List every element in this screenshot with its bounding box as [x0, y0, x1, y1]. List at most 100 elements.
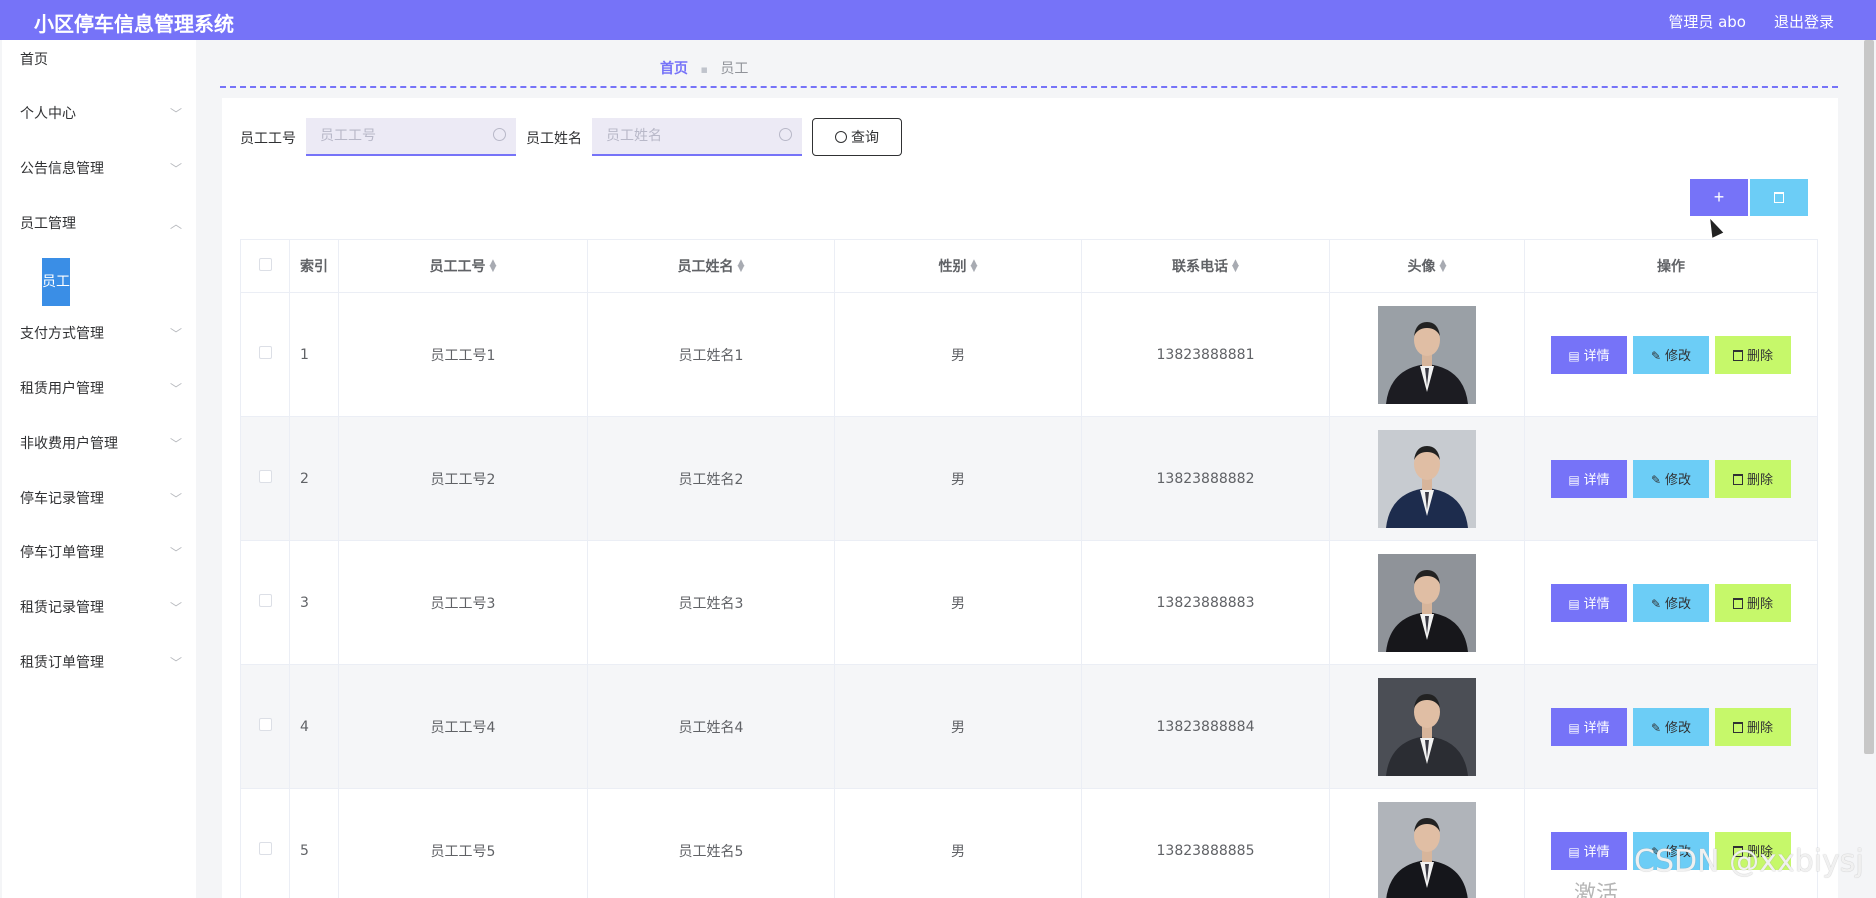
edit-button[interactable]: ✎ 修改 [1633, 583, 1709, 622]
avatar[interactable] [1378, 553, 1476, 652]
edit-button[interactable]: ✎ 修改 [1633, 707, 1709, 746]
gender-header[interactable]: 性别 ▲ ▼ [834, 239, 1082, 293]
avatar[interactable] [1378, 677, 1476, 776]
sidebar: 首页 个人中心 ﹀ 公告信息管理 ﹀ 员工管理 ︿ 支付方式管理 ﹀ 租赁用户管理 ﹀ 非收费用户管理… [2, 40, 196, 898]
avatar-cell [1329, 788, 1525, 898]
phone-cell: 13823888883 [1081, 540, 1330, 665]
sidebar-item[interactable]: 非收费用户管理 ﹀ [20, 432, 182, 456]
chevron-down-icon: ﹀ [169, 437, 182, 451]
table-row: 1 员工工号1 员工姓名1 男 13823888881 ▤ 详情 ✎ 修改 删除 [240, 292, 1818, 417]
avatar[interactable] [1378, 429, 1476, 528]
operations-header: 操作 [1524, 239, 1818, 293]
index-header: 索引 [289, 239, 339, 293]
edit-button[interactable]: ✎ 修改 [1633, 459, 1709, 498]
row-checkbox[interactable] [258, 346, 272, 359]
top-bar: 小区停车信息管理系统 管理员 abo 退出登录 [0, 0, 1876, 40]
detail-button[interactable]: ▤ 详情 [1551, 707, 1627, 746]
row-index: 1 [289, 292, 339, 417]
employee-id-header[interactable]: 员工工号 ▲ ▼ [338, 239, 588, 293]
delete-button[interactable]: 删除 [1715, 335, 1791, 374]
detail-button[interactable]: ▤ 详情 [1551, 831, 1627, 870]
delete-button[interactable]: 删除 [1715, 459, 1791, 498]
sidebar-item[interactable]: 停车记录管理 ﹀ [20, 487, 182, 511]
delete-button[interactable]: 删除 [1715, 707, 1791, 746]
sidebar-item[interactable]: 公告信息管理 ﹀ [20, 157, 182, 181]
sidebar-item[interactable]: 支付方式管理 ﹀ [20, 322, 182, 346]
activation-watermark: 激活 [1574, 882, 1619, 898]
detail-button[interactable]: ▤ 详情 [1551, 335, 1627, 374]
chevron-up-icon: ︿ [169, 217, 182, 231]
avatar[interactable] [1378, 305, 1476, 404]
pencil-icon: ✎ [1650, 349, 1662, 363]
employee-name-cell: 员工姓名2 [587, 416, 835, 541]
bulk-delete-button[interactable] [1750, 179, 1808, 216]
row-checkbox[interactable] [258, 842, 272, 855]
employee-id-input[interactable] [320, 118, 480, 154]
page-scrollbar[interactable] [1864, 40, 1874, 754]
sidebar-item[interactable]: 停车订单管理 ﹀ [20, 541, 182, 565]
sidebar-item-label: 个人中心 [20, 106, 76, 122]
search-icon [835, 131, 847, 143]
table-row: 2 员工工号2 员工姓名2 男 13823888882 ▤ 详情 ✎ 修改 删除 [240, 416, 1818, 541]
delete-button[interactable]: 删除 [1715, 583, 1791, 622]
avatar-header[interactable]: 头像 ▲ ▼ [1329, 239, 1525, 293]
sidebar-item[interactable]: 租赁用户管理 ﹀ [20, 377, 182, 401]
employee-name-cell: 员工姓名3 [587, 540, 835, 665]
logout-link[interactable]: 退出登录 [1774, 11, 1834, 32]
pencil-icon: ✎ [1650, 597, 1662, 611]
breadcrumb-divider [220, 86, 1838, 88]
pencil-icon: ✎ [1650, 721, 1662, 735]
sort-icon: ▲ ▼ [489, 258, 497, 274]
breadcrumb-home[interactable]: 首页 [660, 61, 688, 77]
chevron-down-icon: ﹀ [169, 162, 182, 176]
employee-id-cell: 员工工号3 [338, 540, 588, 665]
row-checkbox[interactable] [258, 718, 272, 731]
employee-name-input[interactable] [606, 118, 766, 154]
delete-button-label: 删除 [1746, 349, 1773, 364]
add-button[interactable]: + [1690, 179, 1748, 216]
select-all-checkbox[interactable] [258, 257, 272, 271]
sidebar-item-label: 员工管理 [20, 216, 76, 232]
row-index: 4 [289, 664, 339, 789]
detail-button-label: 详情 [1583, 721, 1610, 736]
avatar[interactable] [1378, 801, 1476, 898]
trash-icon [1732, 722, 1743, 733]
sidebar-item[interactable]: 个人中心 ﹀ [20, 102, 182, 126]
detail-button[interactable]: ▤ 详情 [1551, 459, 1627, 498]
delete-button-label: 删除 [1746, 721, 1773, 736]
phone-cell: 13823888884 [1081, 664, 1330, 789]
employee-id-cell: 员工工号1 [338, 292, 588, 417]
employee-name-label: 员工姓名 [526, 131, 582, 147]
avatar-cell [1329, 292, 1525, 417]
trash-icon [1732, 474, 1743, 485]
sidebar-item[interactable]: 租赁记录管理 ﹀ [20, 596, 182, 620]
employee-name-cell: 员工姓名1 [587, 292, 835, 417]
delete-button-label: 删除 [1746, 473, 1773, 488]
employee-name-header-label: 员工姓名 [677, 259, 734, 275]
detail-button-label: 详情 [1583, 597, 1610, 612]
operations-cell: ▤ 详情 ✎ 修改 删除 [1524, 540, 1818, 665]
employee-name-header[interactable]: 员工姓名 ▲ ▼ [587, 239, 835, 293]
row-checkbox[interactable] [258, 594, 272, 607]
sidebar-item[interactable]: 首页 [20, 48, 182, 72]
sidebar-item[interactable]: 员工管理 ︿ [20, 212, 182, 236]
gender-cell: 男 [834, 664, 1082, 789]
employee-id-label: 员工工号 [240, 131, 296, 147]
watermark: CSDN @xxbiysj [1634, 844, 1864, 879]
edit-button[interactable]: ✎ 修改 [1633, 335, 1709, 374]
sidebar-item[interactable]: 租赁订单管理 ﹀ [20, 651, 182, 675]
detail-button-label: 详情 [1583, 473, 1610, 488]
detail-button-label: 详情 [1583, 845, 1610, 860]
avatar-cell [1329, 664, 1525, 789]
sidebar-subitem-employee[interactable]: 员工 [42, 258, 70, 306]
row-index: 3 [289, 540, 339, 665]
phone-header[interactable]: 联系电话 ▲ ▼ [1081, 239, 1330, 293]
query-button[interactable]: 查询 [812, 118, 902, 156]
sort-icon: ▲ ▼ [737, 258, 745, 274]
chevron-down-icon: ﹀ [169, 601, 182, 615]
document-icon: ▤ [1568, 721, 1580, 735]
trash-icon [1732, 598, 1743, 609]
row-checkbox[interactable] [258, 470, 272, 483]
employee-id-search-box [306, 118, 516, 156]
detail-button[interactable]: ▤ 详情 [1551, 583, 1627, 622]
